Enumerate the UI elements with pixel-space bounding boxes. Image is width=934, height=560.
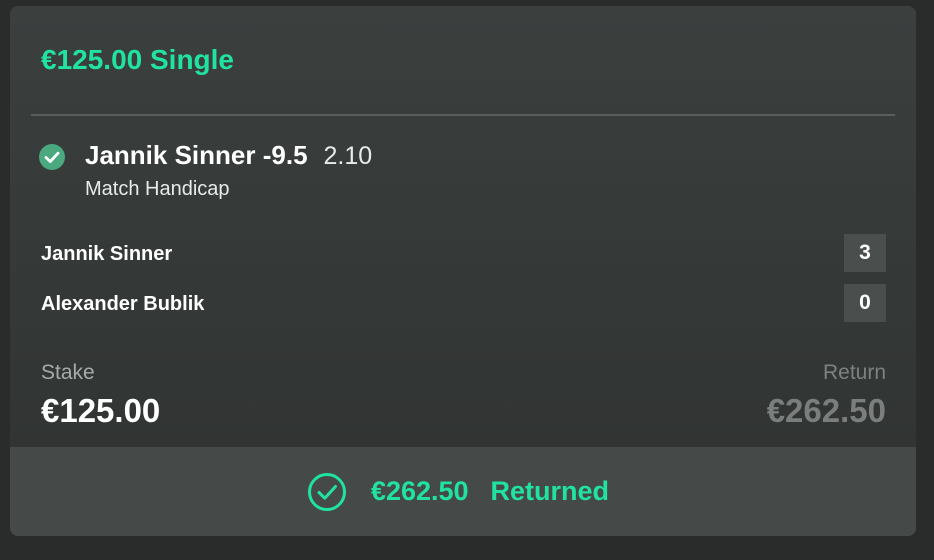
stake-value: €125.00 [41, 392, 161, 429]
score-box: 0 [844, 284, 886, 322]
return-value: €262.50 [766, 392, 886, 429]
player-name: Jannik Sinner [41, 243, 173, 265]
player-name: Alexander Bublik [41, 293, 205, 315]
player-row: Jannik Sinner 3 [41, 234, 886, 274]
player-row: Alexander Bublik 0 [41, 284, 886, 324]
returned-status: Returned [490, 476, 610, 506]
divider [31, 114, 895, 116]
returned-amount: €262.50 [370, 476, 469, 506]
check-circle-outline-icon [307, 472, 346, 511]
market-name: Match Handicap [85, 178, 230, 200]
selection-name: Jannik Sinner -9.5 [85, 140, 308, 170]
check-circle-icon [39, 144, 65, 170]
score-box: 3 [844, 234, 886, 272]
selection-odds: 2.10 [323, 142, 373, 170]
bet-title: €125.00 Single [41, 44, 235, 75]
bet-result: €262.50 Returned [307, 472, 609, 512]
return-label: Return [822, 361, 886, 384]
stake-label: Stake [41, 361, 95, 384]
bet-card[interactable]: €125.00 Single Jannik Sinner -9.5 2.10 Ma… [10, 6, 916, 536]
selection: Jannik Sinner -9.5 2.10 [85, 140, 372, 171]
bet-result-footer: €262.50 Returned [10, 447, 916, 536]
